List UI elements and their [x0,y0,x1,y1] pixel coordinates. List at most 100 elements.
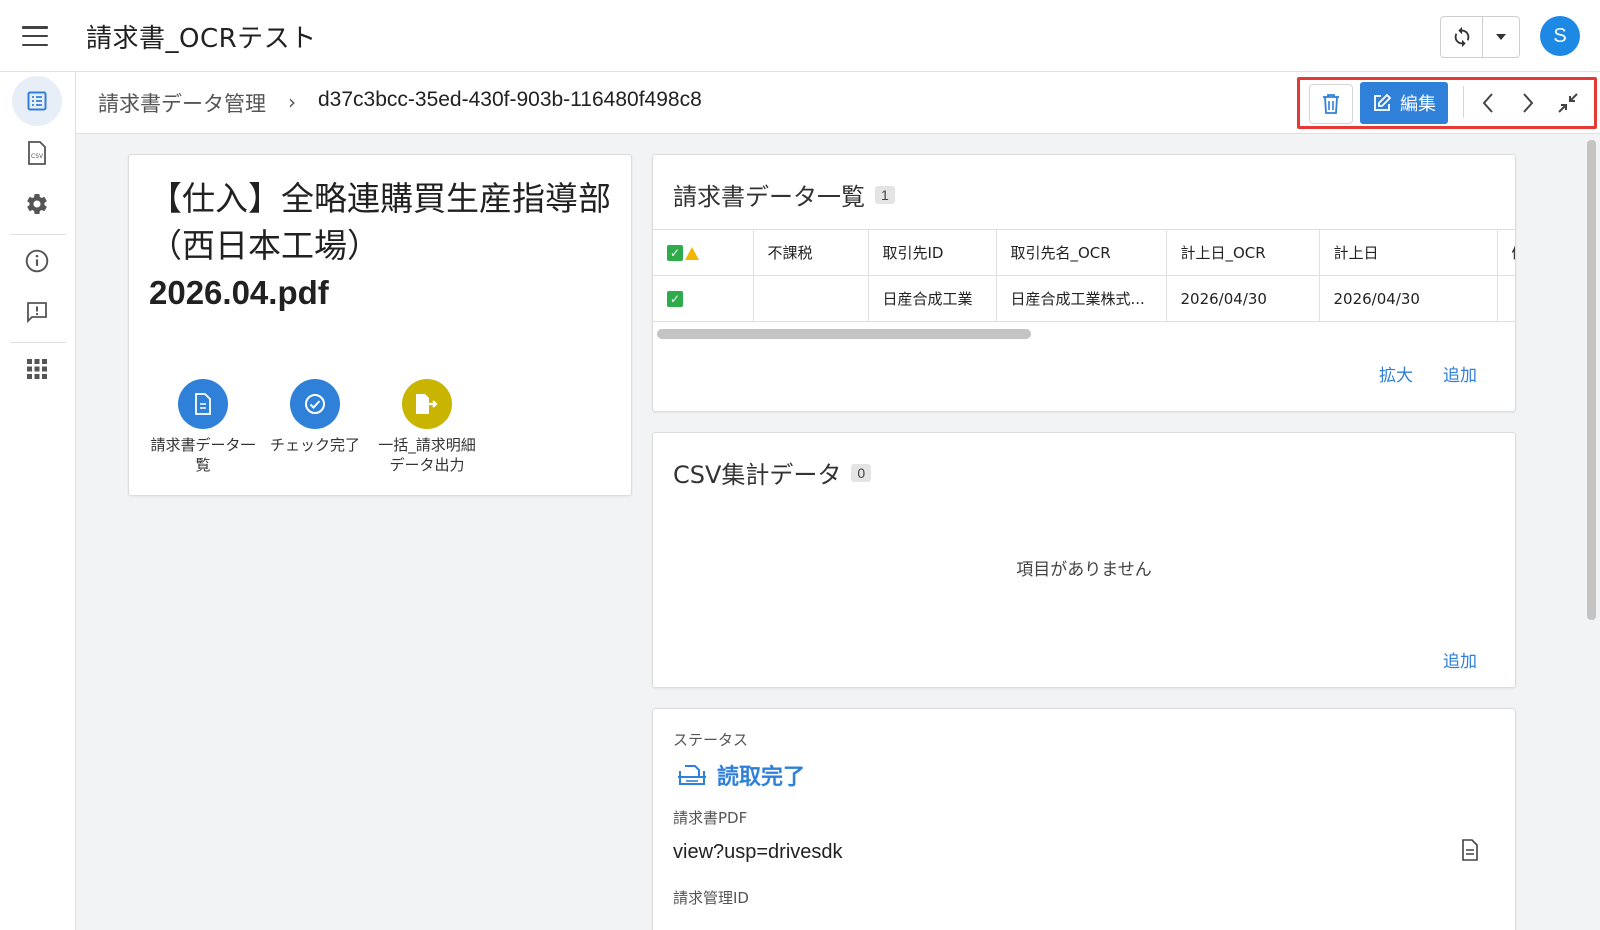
check-icon: ✓ [667,245,683,261]
csv-summary-title-text: CSV集計データ [673,461,842,489]
apps-grid-icon [27,359,47,379]
rail-divider [10,234,66,235]
actions-divider [1463,86,1464,118]
quick-action-invoice-list[interactable]: 請求書データ一覧 [147,379,259,475]
breadcrumb-bar: 請求書データ管理 › d37c3bcc-35ed-430f-903b-11648… [76,72,1600,134]
invoice-list-card: 請求書データ一覧 1 ✓ 不課税 取引先ID 取引先名_OCR 計上日_OCR 計… [652,154,1516,412]
scrollbar-thumb[interactable] [657,329,1031,339]
rail-item-info[interactable] [12,236,62,286]
document-file-name: 2026.04.pdf [149,274,329,311]
quick-action-label: 請求書データ一覧 [150,436,256,474]
quick-action-check-complete[interactable]: チェック完了 [259,379,371,455]
rail-divider [10,342,66,343]
collapse-icon [1558,93,1578,113]
table-cell: 日産合成工業株式... [996,275,1167,322]
status-value: 読取完了 [677,759,805,791]
caret-down-icon [1496,34,1506,40]
menu-icon[interactable] [22,26,48,46]
manage-id-label: 請求管理ID [673,889,749,907]
warning-icon [685,246,699,260]
next-button[interactable] [1511,86,1545,120]
app-bar: 請求書_OCRテスト S [0,0,1600,72]
table-cell: 日産合成工業 [868,275,997,322]
collapse-button[interactable] [1551,86,1585,120]
quick-action-bulk-export[interactable]: 一括_請求明細データ出力 [371,379,483,475]
check-icon: ✓ [667,291,683,307]
quick-action-circle [178,379,228,429]
table-cell [1497,275,1515,322]
quick-action-circle [402,379,452,429]
status-value-text: 読取完了 [717,765,806,790]
details-card: ステータス 読取完了 請求書PDF view?usp=drivesdk 請求管理… [652,708,1516,930]
column-header[interactable]: 計上日 [1319,229,1498,276]
csv-summary-count-badge: 0 [851,464,872,482]
expand-link[interactable]: 拡大 [1379,361,1413,386]
pdf-label: 請求書PDF [673,809,748,827]
column-header[interactable]: 取引先名_OCR [996,229,1167,276]
column-header[interactable]: 計上日_OCR [1166,229,1320,276]
quick-action-label: 一括_請求明細データ出力 [378,436,476,474]
rail-item-csv[interactable]: CSV [12,128,62,178]
column-header-status[interactable]: ✓ [653,229,754,276]
breadcrumb-record-id: d37c3bcc-35ed-430f-903b-116480f498c8 [318,88,702,111]
quick-action-label: チェック完了 [269,436,360,454]
chevron-right-icon [1523,93,1534,113]
rail-item-feedback[interactable] [12,287,62,337]
sync-dropdown-button[interactable] [1483,17,1519,57]
empty-state-text: 項目がありません [1016,560,1152,580]
avatar[interactable]: S [1540,16,1580,56]
previous-button[interactable] [1471,86,1505,120]
table-horizontal-scrollbar[interactable] [657,329,1513,339]
csv-summary-card: CSV集計データ 0 項目がありません 追加 [652,432,1516,688]
sync-icon [1454,26,1469,48]
table-cell: 2026/04/30 [1319,275,1498,322]
table-header-row: ✓ 不課税 取引先ID 取引先名_OCR 計上日_OCR 計上日 備 [653,229,1515,276]
sync-button-group [1440,16,1520,58]
sync-button[interactable] [1441,17,1483,57]
content-area: 【仕入】全略連購買生産指導部（西日本工場） 2026.04.pdf 請求書データ… [76,134,1600,930]
document-icon [195,393,211,415]
add-invoice-link[interactable]: 追加 [1443,361,1477,386]
column-header[interactable]: 備 [1497,229,1515,276]
document-card: 【仕入】全略連購買生産指導部（西日本工場） 2026.04.pdf 請求書データ… [128,154,632,496]
file-export-icon [416,394,438,414]
document-title-text: 【仕入】全略連購買生産指導部（西日本工場） [149,179,611,265]
rail-item-apps[interactable] [12,344,62,394]
svg-text:CSV: CSV [31,153,44,160]
edit-button[interactable]: 編集 [1360,82,1448,124]
info-icon [25,249,49,273]
edit-button-label: 編集 [1400,94,1436,115]
table-cell: 2026/04/30 [1166,275,1320,322]
page-vertical-scrollbar[interactable] [1587,140,1596,620]
breadcrumb-root[interactable]: 請求書データ管理 [98,88,266,118]
csv-file-icon: CSV [28,141,46,165]
column-header[interactable]: 不課税 [753,229,869,276]
side-rail: CSV [0,72,76,930]
table-cell [753,275,869,322]
trash-icon [1323,94,1339,114]
csv-summary-title: CSV集計データ 0 [673,455,872,490]
invoice-table: ✓ 不課税 取引先ID 取引先名_OCR 計上日_OCR 計上日 備 ✓ 日産合… [653,229,1515,322]
rail-item-settings[interactable] [12,179,62,229]
document-title: 【仕入】全略連購買生産指導部（西日本工場） 2026.04.pdf [149,175,619,316]
pdf-link[interactable]: view?usp=drivesdk [673,841,843,864]
scan-document-icon [678,765,706,785]
add-csv-link[interactable]: 追加 [1443,647,1477,672]
invoice-list-count-badge: 1 [875,186,895,204]
edit-icon [1374,93,1392,111]
delete-button[interactable] [1309,84,1353,124]
table-row[interactable]: ✓ 日産合成工業 日産合成工業株式... 2026/04/30 2026/04/… [653,275,1515,322]
document-icon [1462,839,1478,861]
feedback-icon [27,302,47,324]
rail-item-invoice-list[interactable] [12,76,62,126]
breadcrumb-separator: › [288,90,296,114]
chevron-left-icon [1482,93,1493,113]
status-label: ステータス [673,731,749,749]
open-pdf-button[interactable] [1461,839,1479,865]
column-header[interactable]: 取引先ID [868,229,997,276]
invoice-list-title: 請求書データ一覧 1 [673,177,895,212]
invoice-list-title-text: 請求書データ一覧 [673,183,865,211]
app-title: 請求書_OCRテスト [86,24,317,54]
gear-icon [27,194,47,215]
quick-action-circle [290,379,340,429]
